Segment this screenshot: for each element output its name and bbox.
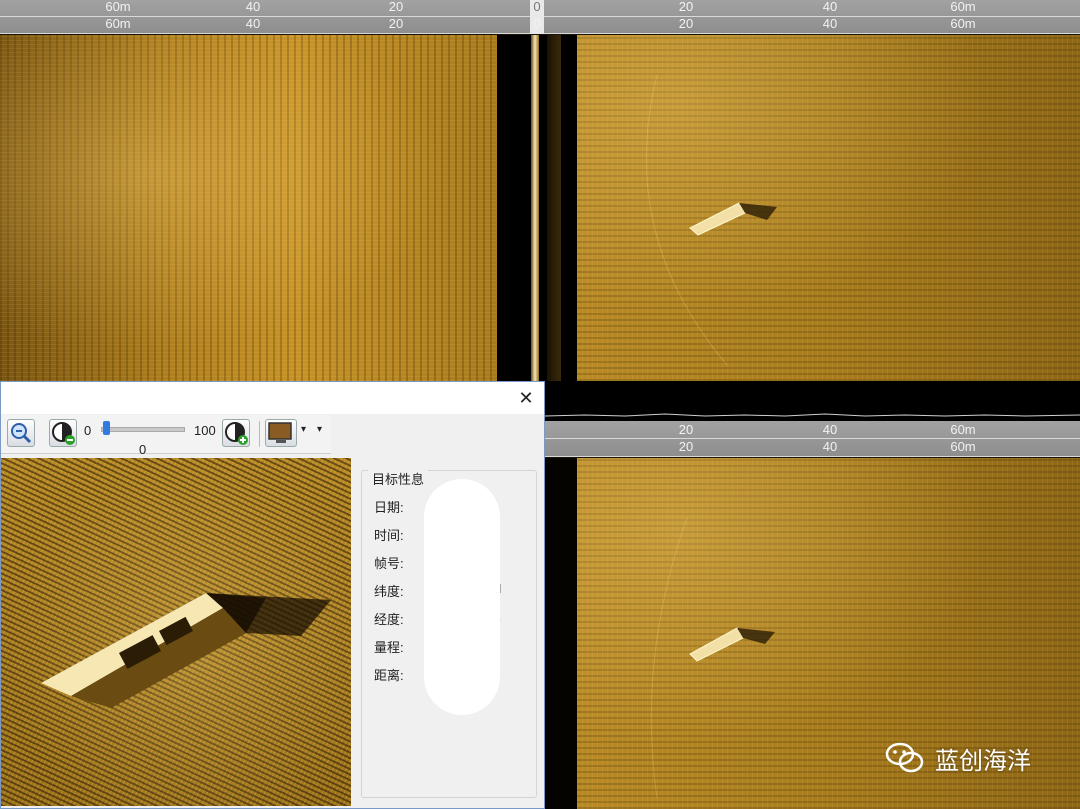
nadir-shadow bbox=[547, 35, 561, 381]
redaction-mask bbox=[424, 479, 500, 715]
ruler-label-center-0-row2: 0 bbox=[533, 16, 541, 31]
dialog-titlebar[interactable]: ✕ bbox=[1, 382, 544, 414]
watermark-text: 蓝创海洋 bbox=[935, 747, 1031, 775]
boat-target-zoomed bbox=[41, 593, 331, 708]
lower-ruler-20: 20 bbox=[678, 422, 694, 437]
target-properties-title: 目标性息 bbox=[368, 469, 429, 488]
ruler-label-left-60: 60m bbox=[105, 0, 131, 14]
top-ruler: 60m 40 20 0 20 40 60m 60m 40 20 0 20 40 … bbox=[0, 0, 1080, 34]
distance-label: 距离: bbox=[374, 668, 404, 683]
time-label: 时间: bbox=[374, 528, 404, 543]
ruler-label-right-40: 40 bbox=[822, 0, 838, 14]
sonar-starboard-channel[interactable] bbox=[577, 35, 1080, 381]
brightness-slider-thumb[interactable] bbox=[103, 421, 110, 435]
target-properties-panel: 目标性息 日期: 时间: 帧号: 纬度: 经度: 量程: 距离: N E bbox=[357, 460, 541, 804]
nadir-line bbox=[531, 35, 539, 381]
lower-ruler-40: 40 bbox=[822, 422, 838, 437]
ruler-label-left-40-row2: 40 bbox=[245, 16, 261, 31]
lower-ruler: 20 40 60m 20 40 60m bbox=[545, 421, 1080, 457]
display-mode-dropdown-arrow[interactable]: ▾ bbox=[301, 424, 306, 435]
brightness-slider-track[interactable] bbox=[101, 427, 185, 432]
monitor-icon bbox=[268, 422, 292, 443]
contrast-increase-button[interactable] bbox=[222, 419, 250, 447]
zoom-out-button[interactable] bbox=[7, 419, 35, 447]
dialog-toolbar: 0 100 ▾ ▾ bbox=[1, 415, 331, 454]
ruler-label-right-20: 20 bbox=[678, 0, 694, 14]
brightness-slider-value: 0 bbox=[139, 442, 147, 457]
watermark: 蓝创海洋 bbox=[885, 738, 1031, 778]
lower-ruler-60-row2: 60m bbox=[950, 439, 976, 454]
contrast-decrease-button[interactable] bbox=[49, 419, 77, 447]
lower-ruler-60: 60m bbox=[950, 422, 976, 437]
frame-label: 帧号: bbox=[374, 556, 404, 571]
brightness-min-label: 0 bbox=[84, 423, 92, 438]
date-label: 日期: bbox=[374, 500, 404, 515]
target-detail-dialog: ✕ 0 100 ▾ ▾ 0 目标性息 日期: 时间: 帧号: 纬度: 经度: 量… bbox=[0, 381, 545, 809]
ruler-label-right-20-row2: 20 bbox=[678, 16, 694, 31]
boat-target-top[interactable] bbox=[577, 35, 1080, 381]
contrast-minus-icon bbox=[52, 422, 75, 445]
longitude-label: 经度: bbox=[374, 612, 404, 627]
ruler-label-right-40-row2: 40 bbox=[822, 16, 838, 31]
contrast-plus-icon bbox=[225, 422, 248, 445]
toolbar-overflow-arrow[interactable]: ▾ bbox=[317, 424, 322, 435]
lower-water-column bbox=[545, 458, 577, 809]
lower-ruler-40-row2: 40 bbox=[822, 439, 838, 454]
brightness-max-label: 100 bbox=[194, 423, 216, 438]
sonar-port-channel[interactable] bbox=[0, 35, 497, 381]
wechat-icon bbox=[885, 742, 924, 773]
ruler-label-left-60-row2: 60m bbox=[105, 16, 131, 31]
ruler-label-center-0: 0 bbox=[533, 0, 541, 14]
ruler-label-left-20-row2: 20 bbox=[388, 16, 404, 31]
latitude-label: 纬度: bbox=[374, 584, 404, 599]
ruler-label-left-40: 40 bbox=[245, 0, 261, 14]
ruler-label-left-20: 20 bbox=[388, 0, 404, 14]
range-label: 量程: bbox=[374, 640, 404, 655]
display-mode-button[interactable] bbox=[265, 419, 297, 447]
magnifier-minus-icon bbox=[11, 423, 32, 444]
toolbar-separator bbox=[259, 421, 260, 447]
altitude-trace bbox=[545, 413, 1080, 417]
close-button[interactable]: ✕ bbox=[516, 388, 536, 408]
ruler-label-right-60-row2: 60m bbox=[950, 16, 976, 31]
target-properties-group: 目标性息 日期: 时间: 帧号: 纬度: 经度: 量程: 距离: N E bbox=[361, 469, 537, 798]
lower-ruler-20-row2: 20 bbox=[678, 439, 694, 454]
target-preview-image[interactable] bbox=[1, 458, 351, 806]
water-column-gap bbox=[497, 35, 577, 381]
ruler-label-right-60: 60m bbox=[950, 0, 976, 14]
